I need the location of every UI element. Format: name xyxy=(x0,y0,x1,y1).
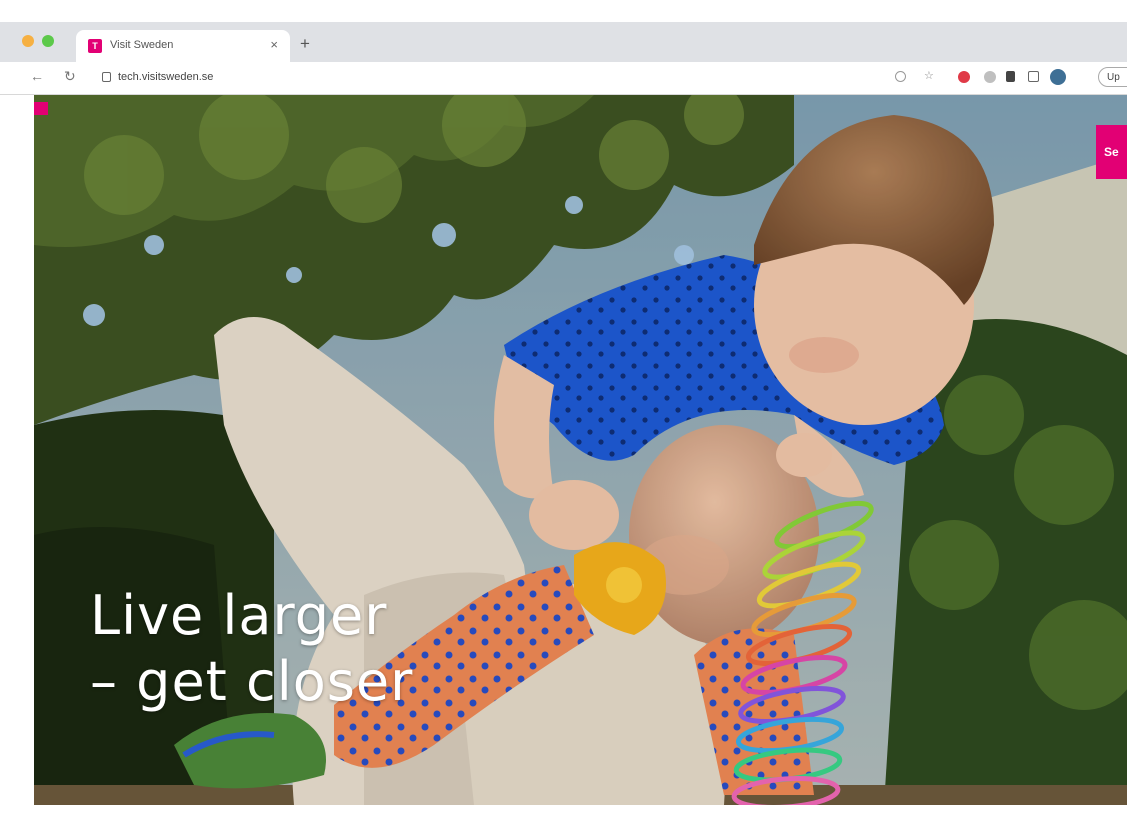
lock-icon xyxy=(102,72,111,82)
cta-side-button[interactable]: Se xyxy=(1096,125,1127,179)
brand-corner-badge xyxy=(34,102,48,115)
browser-toolbar: ← ↻ tech.visitsweden.se ☆ Up xyxy=(0,62,1127,95)
plus-icon[interactable]: + xyxy=(300,34,310,54)
hero-section: Live larger – get closer Se xyxy=(34,95,1127,805)
extension-icon-2[interactable] xyxy=(984,71,996,83)
reload-icon[interactable]: ↻ xyxy=(64,68,76,85)
share-icon[interactable] xyxy=(895,71,906,82)
address-bar[interactable]: tech.visitsweden.se xyxy=(88,66,888,90)
tab-title: Visit Sweden xyxy=(110,39,174,51)
avatar-icon[interactable] xyxy=(1050,69,1066,85)
close-icon[interactable]: × xyxy=(270,37,278,52)
profile-button[interactable]: Up xyxy=(1098,67,1127,87)
window-bottom-edge xyxy=(0,805,1127,813)
url-text: tech.visitsweden.se xyxy=(118,71,214,83)
sidebar-icon[interactable] xyxy=(1028,71,1039,82)
window-zoom-button[interactable] xyxy=(42,35,54,47)
puzzle-icon[interactable] xyxy=(1006,71,1015,82)
telekom-favicon-icon: T xyxy=(88,39,102,53)
headline-line-2: – get closer xyxy=(90,650,414,713)
window-minimize-button[interactable] xyxy=(22,35,34,47)
extension-icon[interactable] xyxy=(958,71,970,83)
window-top-edge xyxy=(0,0,1127,22)
star-icon[interactable]: ☆ xyxy=(924,69,936,82)
browser-tab-active[interactable]: T Visit Sweden × xyxy=(76,30,290,62)
back-arrow-icon[interactable]: ← xyxy=(30,68,44,84)
headline-line-1: Live larger xyxy=(90,584,388,647)
hero-headline: Live larger – get closer xyxy=(90,583,413,715)
